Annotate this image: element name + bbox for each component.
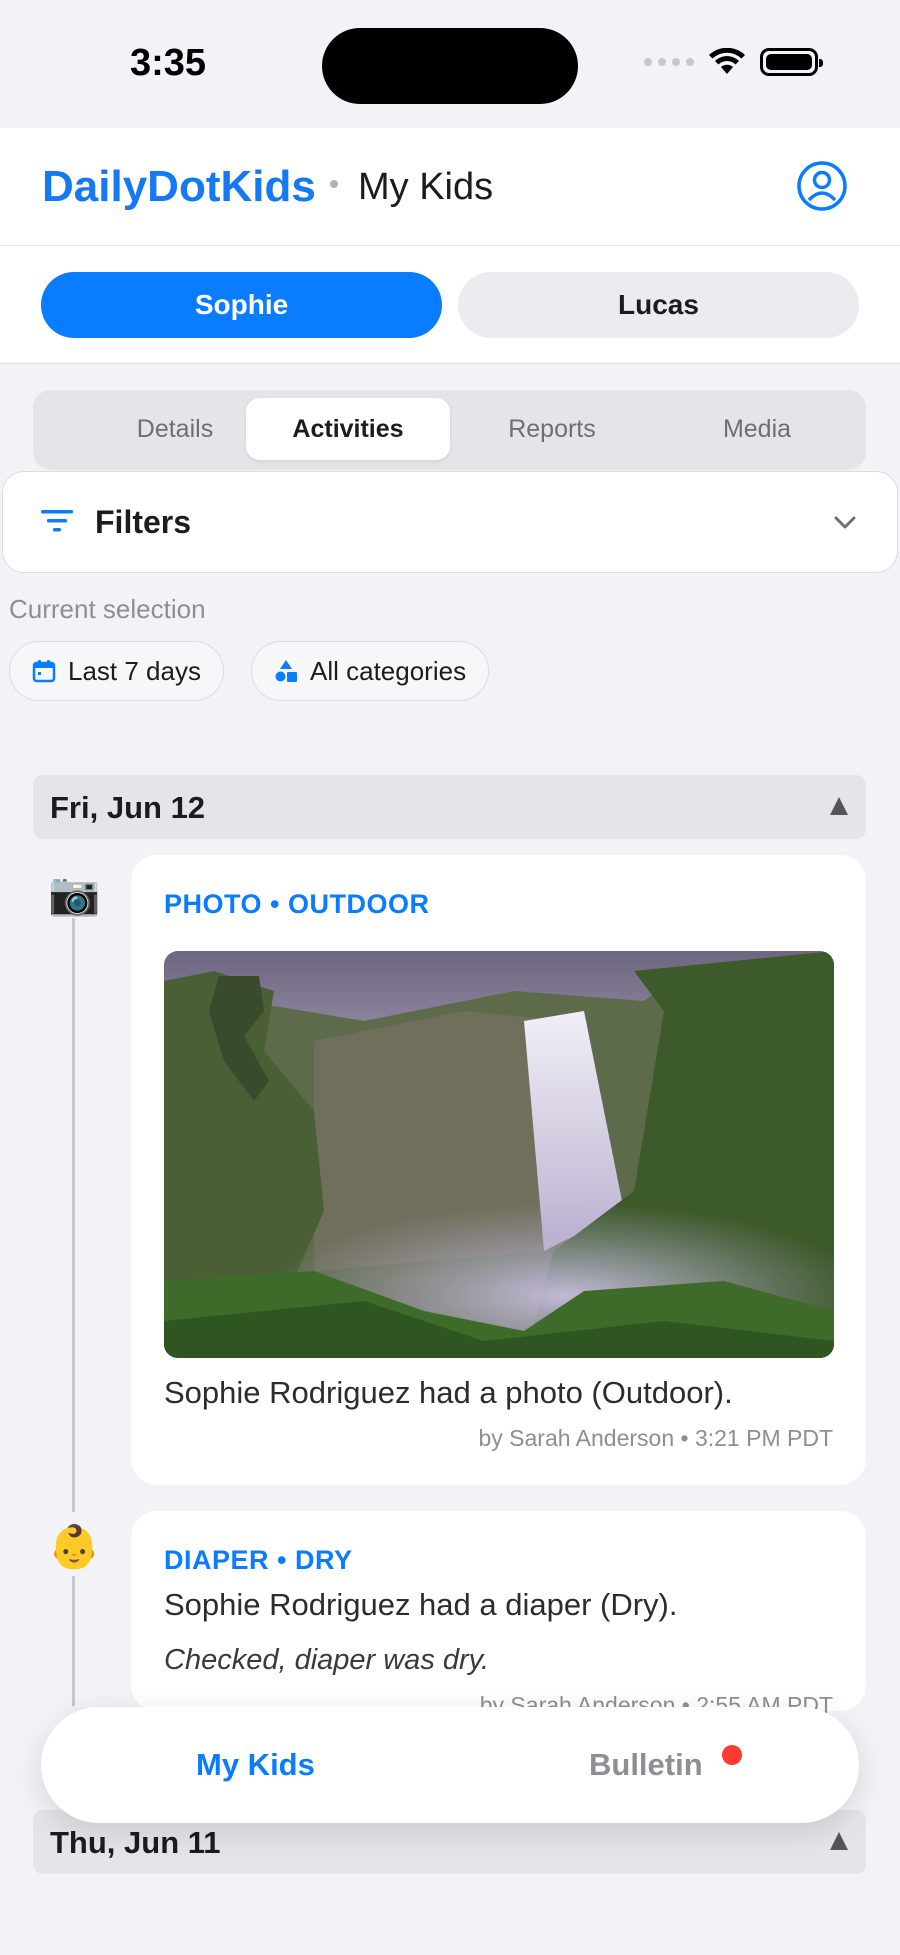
section-tabs: Details Activities Reports Media (33, 390, 866, 470)
bottom-tab-bar: My Kids Bulletin (41, 1707, 859, 1823)
kid-button-sophie[interactable]: Sophie (41, 272, 442, 338)
kid-switcher: Sophie Lucas (0, 246, 900, 364)
timeline-line (72, 918, 75, 1512)
activity-photo[interactable] (164, 951, 834, 1358)
chip-label: All categories (310, 655, 467, 686)
filters-label: Filters (95, 504, 192, 540)
status-time: 3:35 (130, 42, 207, 84)
activity-category: PHOTO • OUTDOOR (164, 889, 430, 919)
chip-categories[interactable]: All categories (251, 641, 490, 701)
status-icons (644, 48, 823, 76)
baby-icon: 👶 (48, 1523, 101, 1570)
brand-title: DailyDotKids (42, 162, 316, 211)
activity-category: DIAPER • DRY (164, 1545, 353, 1575)
filters-toggle[interactable]: Filters (2, 471, 898, 573)
dynamic-island (322, 28, 578, 104)
calendar-icon (32, 660, 56, 683)
activity-meta: by Sarah Anderson • 3:21 PM PDT (478, 1425, 833, 1451)
profile-icon[interactable] (796, 160, 848, 212)
collapse-triangle-icon (830, 1832, 848, 1850)
shapes-icon (275, 660, 297, 682)
tab-activities[interactable]: Activities (246, 398, 450, 460)
page-title: My Kids (358, 166, 494, 208)
date-header[interactable]: Fri, Jun 12 (33, 775, 866, 839)
timeline-line (72, 1576, 75, 1706)
activity-description: Sophie Rodriguez had a photo (Outdoor). (164, 1375, 733, 1410)
date-label: Fri, Jun 12 (50, 790, 206, 825)
filter-icon (41, 510, 73, 532)
activity-card[interactable]: DIAPER • DRY Sophie Rodriguez had a diap… (131, 1511, 866, 1718)
date-label: Thu, Jun 11 (50, 1825, 221, 1860)
tab-my-kids[interactable]: My Kids (196, 1747, 315, 1783)
activity-card[interactable]: PHOTO • OUTDOOR Sophie Rodriguez had a p… (131, 855, 866, 1485)
activity-description: Sophie Rodriguez had a diaper (Dry). (164, 1587, 678, 1622)
chip-label: Last 7 days (68, 655, 201, 686)
app-header: DailyDotKids My Kids (0, 128, 900, 246)
status-bar: 3:35 (0, 0, 900, 128)
tab-media[interactable]: Media (655, 398, 859, 460)
signal-icon (644, 58, 694, 66)
chip-date-range[interactable]: Last 7 days (9, 641, 224, 701)
tab-reports[interactable]: Reports (450, 398, 654, 460)
activity-note: Checked, diaper was dry. (164, 1644, 490, 1676)
kid-button-lucas[interactable]: Lucas (458, 272, 859, 338)
collapse-triangle-icon (830, 797, 848, 815)
separator-dot (330, 180, 338, 188)
tab-bulletin[interactable]: Bulletin (589, 1747, 703, 1783)
chevron-down-icon (834, 516, 856, 529)
camera-icon: 📷 (48, 870, 101, 917)
battery-icon (760, 48, 823, 76)
wifi-icon (709, 48, 745, 74)
current-selection-label: Current selection (9, 594, 206, 624)
notification-badge (722, 1745, 742, 1765)
